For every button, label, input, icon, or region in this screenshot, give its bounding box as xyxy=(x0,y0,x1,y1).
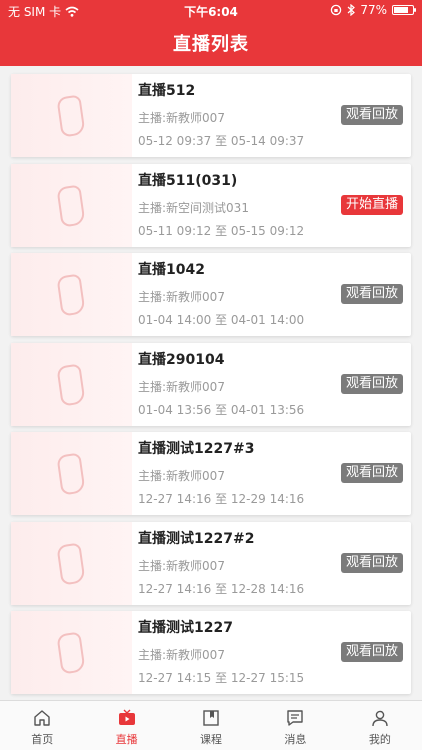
seal-logo-icon xyxy=(56,184,86,227)
live-time-range: 12-27 14:15 至 12-27 15:15 xyxy=(138,671,305,685)
live-title: 直播测试1227#3 xyxy=(138,441,255,457)
live-card[interactable]: 直播测试1227 主播:新教师007 12-27 14:15 至 12-27 1… xyxy=(11,611,411,694)
watch-replay-button[interactable]: 观看回放 xyxy=(340,373,403,394)
live-host: 主播:新教师007 xyxy=(138,379,225,394)
live-tv-icon xyxy=(117,708,137,728)
tab-label: 课程 xyxy=(200,733,223,746)
home-icon xyxy=(32,708,52,728)
live-card[interactable]: 直播测试1227#3 主播:新教师007 12-27 14:16 至 12-29… xyxy=(11,432,411,515)
top-bar: 无 SIM 卡 下午6:04 77% 直播列表 xyxy=(0,0,422,66)
live-time-range: 05-11 09:12 至 05-15 09:12 xyxy=(138,223,305,238)
seal-logo-icon xyxy=(56,273,86,317)
live-time-range: 05-12 09:37 至 05-14 09:37 xyxy=(138,134,305,148)
live-list[interactable]: 直播512 主播:新教师007 05-12 09:37 至 05-14 09:3… xyxy=(0,66,422,700)
tab-label: 我的 xyxy=(368,733,391,746)
live-host: 主播:新教师007 xyxy=(138,558,225,573)
live-title: 直播511(031) xyxy=(138,172,238,189)
watch-replay-button[interactable]: 观看回放 xyxy=(340,642,403,662)
orientation-lock-icon xyxy=(331,4,342,16)
tab-message[interactable]: 消息 xyxy=(253,701,337,750)
message-icon xyxy=(285,708,305,728)
live-card[interactable]: 直播290104 主播:新教师007 01-04 13:56 至 04-01 1… xyxy=(11,342,411,426)
tab-live-tv[interactable]: 直播 xyxy=(84,701,168,750)
seal-logo-icon xyxy=(56,542,86,585)
tab-label: 首页 xyxy=(31,733,54,746)
status-indicators: 77% xyxy=(330,3,416,17)
live-title: 直播测试1227 xyxy=(138,620,233,636)
status-bar: 无 SIM 卡 下午6:04 77% xyxy=(0,0,422,22)
watch-replay-button[interactable]: 观看回放 xyxy=(340,105,403,125)
live-thumbnail xyxy=(11,253,132,336)
book-icon xyxy=(201,708,221,728)
live-host: 主播:新教师007 xyxy=(138,469,225,483)
seal-logo-icon xyxy=(56,452,86,496)
tab-label: 消息 xyxy=(284,733,307,746)
live-host: 主播:新教师007 xyxy=(138,111,225,125)
battery-percent: 77% xyxy=(360,3,387,17)
page-title: 直播列表 xyxy=(173,34,249,55)
tab-book[interactable]: 课程 xyxy=(169,701,253,750)
live-title: 直播290104 xyxy=(138,351,225,368)
tab-label: 直播 xyxy=(115,733,138,746)
live-card[interactable]: 直播512 主播:新教师007 05-12 09:37 至 05-14 09:3… xyxy=(11,74,411,157)
user-icon xyxy=(370,708,390,728)
bottom-tab-bar: 首页 直播 课程 消息 我的 xyxy=(0,700,422,750)
seal-logo-icon xyxy=(56,631,86,675)
live-time-range: 12-27 14:16 至 12-29 14:16 xyxy=(138,492,305,506)
live-card[interactable]: 直播511(031) 主播:新空间测试031 05-11 09:12 至 05-… xyxy=(11,163,411,247)
live-thumbnail xyxy=(11,342,132,426)
live-host: 主播:新教师007 xyxy=(138,648,225,662)
battery-icon xyxy=(392,5,416,15)
seal-logo-icon xyxy=(56,363,86,406)
live-card[interactable]: 直播1042 主播:新教师007 01-04 14:00 至 04-01 14:… xyxy=(11,253,411,336)
live-host: 主播:新空间测试031 xyxy=(138,200,249,215)
watch-replay-button[interactable]: 观看回放 xyxy=(340,284,403,304)
live-thumbnail xyxy=(11,163,132,247)
live-thumbnail xyxy=(11,611,132,694)
seal-logo-icon xyxy=(56,94,86,138)
live-title: 直播512 xyxy=(138,83,196,99)
live-thumbnail xyxy=(11,521,132,605)
live-thumbnail xyxy=(11,74,132,157)
live-title: 直播测试1227#2 xyxy=(138,530,255,547)
live-card[interactable]: 直播测试1227#2 主播:新教师007 12-27 14:16 至 12-28… xyxy=(11,521,411,605)
live-time-range: 12-27 14:16 至 12-28 14:16 xyxy=(138,581,305,596)
tab-user[interactable]: 我的 xyxy=(338,701,422,750)
live-time-range: 01-04 13:56 至 04-01 13:56 xyxy=(138,402,305,417)
live-time-range: 01-04 14:00 至 04-01 14:00 xyxy=(138,313,305,327)
battery-level xyxy=(394,7,408,13)
tab-home[interactable]: 首页 xyxy=(0,701,84,750)
live-title: 直播1042 xyxy=(138,262,205,278)
live-host: 主播:新教师007 xyxy=(138,290,225,304)
bluetooth-icon xyxy=(347,4,356,16)
live-thumbnail xyxy=(11,432,132,515)
start-live-button[interactable]: 开始直播 xyxy=(340,194,403,215)
watch-replay-button[interactable]: 观看回放 xyxy=(340,552,403,573)
watch-replay-button[interactable]: 观看回放 xyxy=(340,463,403,483)
